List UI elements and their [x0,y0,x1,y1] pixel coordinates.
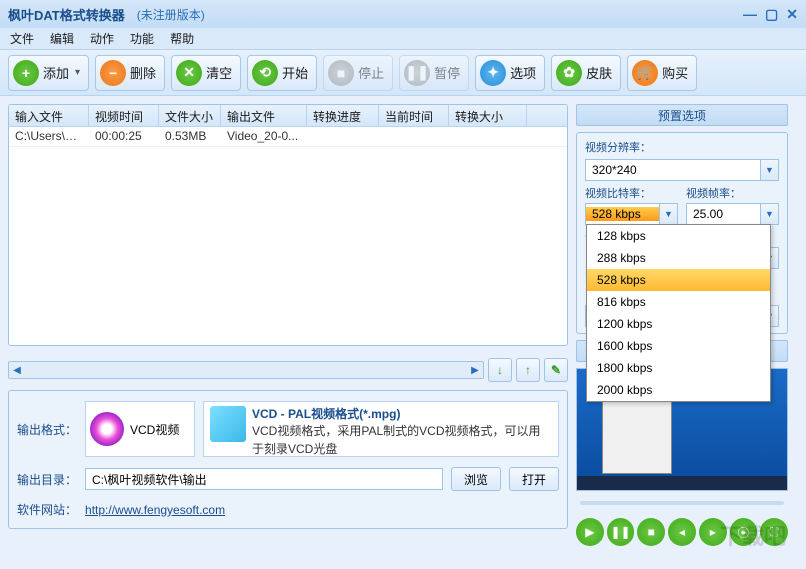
format-selector[interactable]: VCD视频 [85,401,195,457]
col-output[interactable]: 输出文件 [221,105,307,126]
col-input[interactable]: 输入文件 [9,105,89,126]
chevron-down-icon[interactable]: ▾ [75,67,80,78]
col-fsize[interactable]: 文件大小 [159,105,221,126]
menu-function[interactable]: 功能 [124,28,160,49]
col-csize[interactable]: 转换大小 [449,105,527,126]
fps-label: 视频帧率： [686,185,779,201]
fullscreen-button[interactable]: ⛶ [760,518,788,546]
bitrate-option[interactable]: 1800 kbps [587,357,770,379]
clear-button[interactable]: ✕清空 [171,55,241,91]
output-dir-input[interactable] [85,468,443,490]
apple-icon: ✿ [556,60,582,86]
file-table: 输入文件 视频时间 文件大小 输出文件 转换进度 当前时间 转换大小 C:\Us… [8,104,568,346]
refresh-icon: ⟲ [252,60,278,86]
horizontal-scrollbar[interactable]: ◀ ▶ [8,361,484,379]
col-vtime[interactable]: 视频时间 [89,105,159,126]
skin-button[interactable]: ✿皮肤 [551,55,621,91]
chevron-down-icon[interactable]: ▼ [760,204,778,224]
output-format-label: 输出格式： [17,421,77,438]
disc2-icon [210,406,246,442]
bitrate-option[interactable]: 1200 kbps [587,313,770,335]
vbitrate-label: 视频比特率： [585,185,678,201]
next-button[interactable]: ▸ [699,518,727,546]
bitrate-option[interactable]: 816 kbps [587,291,770,313]
close-button[interactable]: ✕ [786,6,798,23]
toolbar: +添加▾ −删除 ✕清空 ⟲开始 ■停止 ❚❚暂停 ✦选项 ✿皮肤 🛒购买 [0,50,806,96]
x-icon: ✕ [176,60,202,86]
pause-preview-button[interactable]: ❚❚ [607,518,635,546]
vbitrate-dropdown[interactable]: 128 kbps 288 kbps 528 kbps 816 kbps 1200… [586,224,771,402]
chevron-down-icon[interactable]: ▼ [760,160,778,180]
vbitrate-select[interactable]: 528 kbps▼ 128 kbps 288 kbps 528 kbps 816… [585,203,678,225]
menu-help[interactable]: 帮助 [164,28,200,49]
delete-button[interactable]: −删除 [95,55,165,91]
buy-button[interactable]: 🛒购买 [627,55,697,91]
plus-icon: + [13,60,39,86]
chevron-down-icon[interactable]: ▼ [659,204,677,224]
move-up-button[interactable]: ↑ [516,358,540,382]
menu-edit[interactable]: 编辑 [44,28,80,49]
table-row[interactable]: C:\Users\pc\... 00:00:25 0.53MB Video_20… [9,127,567,147]
open-button[interactable]: 打开 [509,467,559,491]
menu-file[interactable]: 文件 [4,28,40,49]
edit-button[interactable]: ✎ [544,358,568,382]
bitrate-option[interactable]: 1600 kbps [587,335,770,357]
play-button[interactable]: ▶ [576,518,604,546]
maximize-button[interactable]: ▢ [765,6,778,23]
cart-icon: 🛒 [632,60,658,86]
fps-select[interactable]: 25.00▼ [686,203,779,225]
stop-icon: ■ [328,60,354,86]
resolution-select[interactable]: 320*240▼ [585,159,779,181]
minus-icon: − [100,60,126,86]
col-ctime[interactable]: 当前时间 [379,105,449,126]
output-dir-label: 输出目录： [17,471,77,488]
add-button[interactable]: +添加▾ [8,55,89,91]
site-label: 软件网站： [17,501,77,518]
presets-panel: 视频分辨率： 320*240▼ 视频比特率： 528 kbps▼ 128 kbp… [576,132,788,334]
menubar: 文件 编辑 动作 功能 帮助 [0,28,806,50]
presets-header: 预置选项 [576,104,788,126]
app-title: 枫叶DAT格式转换器 [8,5,125,24]
scroll-right-icon[interactable]: ▶ [467,362,483,378]
bitrate-option[interactable]: 288 kbps [587,247,770,269]
resolution-label: 视频分辨率： [585,139,779,155]
bitrate-option[interactable]: 2000 kbps [587,379,770,401]
preview-slider[interactable] [576,497,788,510]
stop-button: ■停止 [323,55,393,91]
stop-preview-button[interactable]: ■ [637,518,665,546]
output-panel: 输出格式： VCD视频 VCD - PAL视频格式(*.mpg)VCD视频格式，… [8,390,568,529]
pause-icon: ❚❚ [404,60,430,86]
prev-button[interactable]: ◂ [668,518,696,546]
pause-button: ❚❚暂停 [399,55,469,91]
start-button[interactable]: ⟲开始 [247,55,317,91]
col-prog[interactable]: 转换进度 [307,105,379,126]
browse-button[interactable]: 浏览 [451,467,501,491]
site-link[interactable]: http://www.fengyesoft.com [85,503,225,517]
scroll-left-icon[interactable]: ◀ [9,362,25,378]
move-down-button[interactable]: ↓ [488,358,512,382]
tools-icon: ✦ [480,60,506,86]
options-button[interactable]: ✦选项 [475,55,545,91]
minimize-button[interactable]: — [743,6,757,23]
menu-action[interactable]: 动作 [84,28,120,49]
disc-icon [90,412,124,446]
snapshot-button[interactable]: ⦿ [730,518,758,546]
bitrate-option[interactable]: 128 kbps [587,225,770,247]
reg-status: (未注册版本) [137,6,205,23]
bitrate-option[interactable]: 528 kbps [587,269,770,291]
format-description: VCD - PAL视频格式(*.mpg)VCD视频格式，采用PAL制式的VCD视… [203,401,559,457]
